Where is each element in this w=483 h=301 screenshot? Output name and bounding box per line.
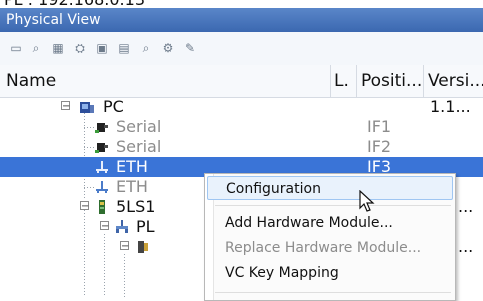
panel-title-bar: Physical View (0, 8, 483, 32)
tree-label: PL (136, 217, 155, 236)
tree-version: ... (458, 237, 474, 256)
column-version[interactable]: Versi... (424, 65, 483, 97)
collapse-icon[interactable]: − (120, 241, 129, 252)
column-position[interactable]: Positi... (357, 65, 424, 97)
powerlink-icon (116, 220, 128, 233)
tree-position: IF1 (367, 117, 392, 136)
gear-icon[interactable]: ⚙ (160, 40, 176, 56)
tree-row-pc[interactable]: − PC 1.1... (0, 97, 483, 117)
mouse-cursor-icon (359, 190, 375, 212)
tree-version: 1.1... (430, 97, 471, 116)
color-palette-icon[interactable]: ▦ (50, 40, 66, 56)
collapse-icon[interactable]: − (61, 101, 70, 112)
tree-position: IF2 (367, 137, 392, 156)
serial-port-icon (95, 143, 108, 153)
tree-row-serial-1[interactable]: Serial IF1 (0, 117, 483, 137)
tree-line (124, 254, 125, 297)
column-l[interactable]: L. (331, 65, 357, 97)
find-icon[interactable]: ⌕ (138, 40, 154, 56)
tree-label: Serial (116, 137, 162, 156)
menu-separator (215, 292, 451, 293)
menu-separator (215, 205, 451, 206)
tree-label: ETH (116, 177, 148, 196)
toolbar: ▭ ⌕ ▦ ⛭ ▣ ▤ ⌕ ⚙ ✎ (0, 32, 483, 66)
menu-item-replace-hardware-module[interactable]: Replace Hardware Module... (207, 236, 453, 260)
chip-icon[interactable]: ⛭ (72, 40, 88, 56)
serial-port-icon (95, 123, 108, 133)
context-menu: Configuration Add Hardware Module... Rep… (204, 173, 456, 301)
network-icon (96, 161, 108, 173)
device-icon[interactable]: ▣ (94, 40, 110, 56)
tree-label: 5LS1 (116, 197, 156, 216)
menu-item-vc-key-mapping[interactable]: VC Key Mapping (207, 261, 453, 285)
tree-version: ... (458, 197, 474, 216)
collapse-icon[interactable]: − (100, 221, 109, 232)
top-status-text: PL : 192.168.0.13 (0, 0, 483, 8)
module-icon[interactable]: ▤ (116, 40, 132, 56)
panel-title: Physical View (6, 12, 101, 28)
collapse-icon[interactable]: − (80, 201, 89, 212)
column-header-row: Name L. Positi... Versi... (0, 65, 483, 98)
menu-item-add-hardware-module[interactable]: Add Hardware Module... (207, 211, 453, 235)
column-name[interactable]: Name (0, 65, 331, 97)
network-icon (96, 181, 108, 193)
tree-row-serial-2[interactable]: Serial IF2 (0, 137, 483, 157)
tree-label: Serial (116, 117, 162, 136)
hardware-module-icon (99, 200, 105, 214)
tree-label: ETH (116, 157, 148, 176)
search-icon[interactable]: ⌕ (28, 40, 44, 56)
doc-icon[interactable]: ▭ (8, 40, 24, 56)
menu-item-configuration[interactable]: Configuration (207, 176, 453, 200)
device-icon (138, 241, 148, 253)
tools-icon[interactable]: ✎ (182, 40, 198, 56)
pc-icon (80, 102, 94, 113)
tree-label: PC (103, 97, 124, 116)
